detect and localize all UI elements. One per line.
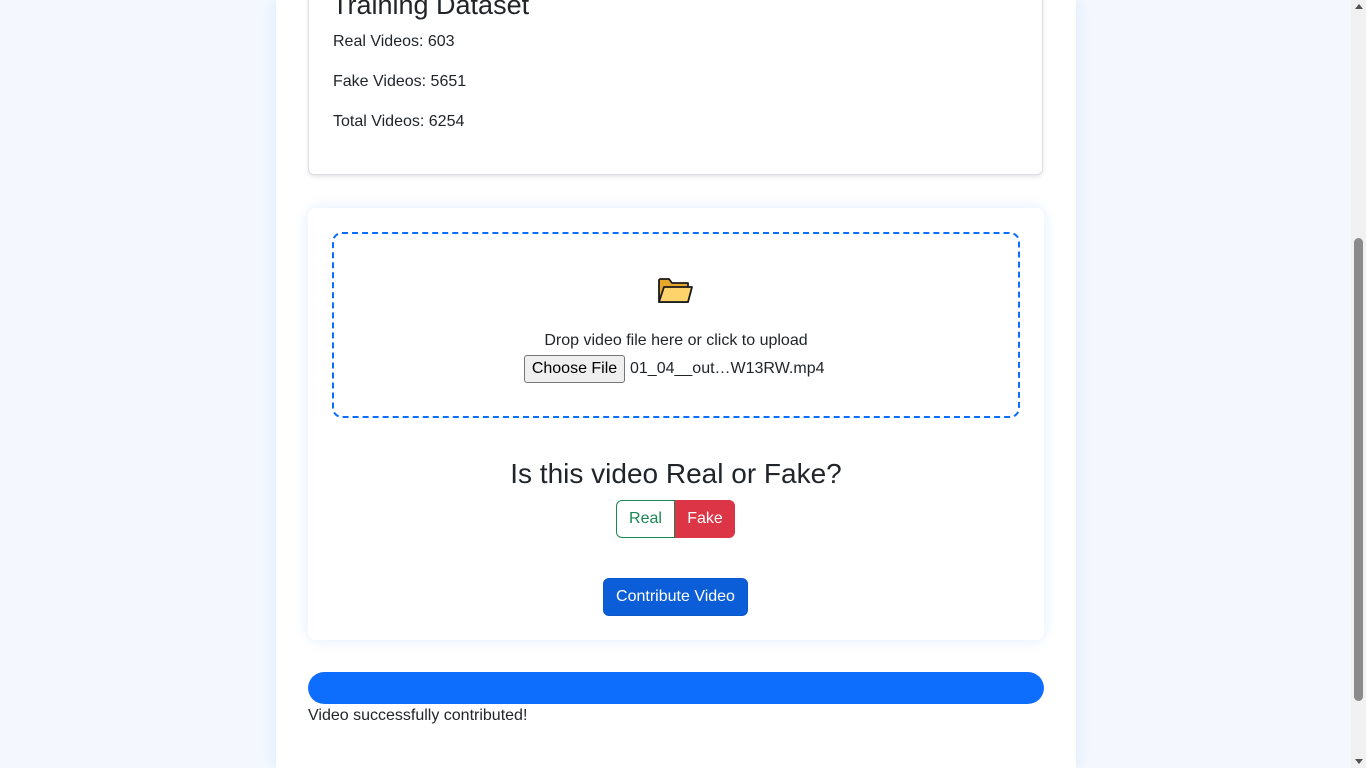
scrollbar-thumb[interactable]: [1354, 238, 1363, 701]
vertical-scrollbar[interactable]: [1351, 0, 1366, 768]
selected-file-name: 01_04__out…W13RW.mp4: [630, 360, 825, 377]
dataset-title: Training Dataset: [332, 0, 530, 20]
total-videos-count: Total Videos: 6254: [333, 113, 465, 130]
choose-file-button[interactable]: Choose File: [524, 355, 625, 383]
progress-fill: [308, 672, 1044, 704]
scroll-down-icon[interactable]: [1355, 759, 1363, 764]
real-button[interactable]: Real: [616, 500, 675, 538]
fake-button[interactable]: Fake: [675, 500, 735, 538]
folder-icon: [657, 276, 693, 306]
scroll-up-icon[interactable]: [1355, 4, 1363, 9]
status-message: Video successfully contributed!: [308, 707, 528, 724]
real-videos-count: Real Videos: 603: [333, 33, 455, 50]
contribute-video-button[interactable]: Contribute Video: [603, 578, 748, 616]
fake-videos-count: Fake Videos: 5651: [333, 73, 467, 90]
real-or-fake-question: Is this video Real or Fake?: [510, 458, 842, 489]
drop-instructions: Drop video file here or click to upload: [544, 332, 808, 349]
video-drop-zone[interactable]: [332, 232, 1020, 418]
upload-progress-bar: [308, 672, 1044, 704]
